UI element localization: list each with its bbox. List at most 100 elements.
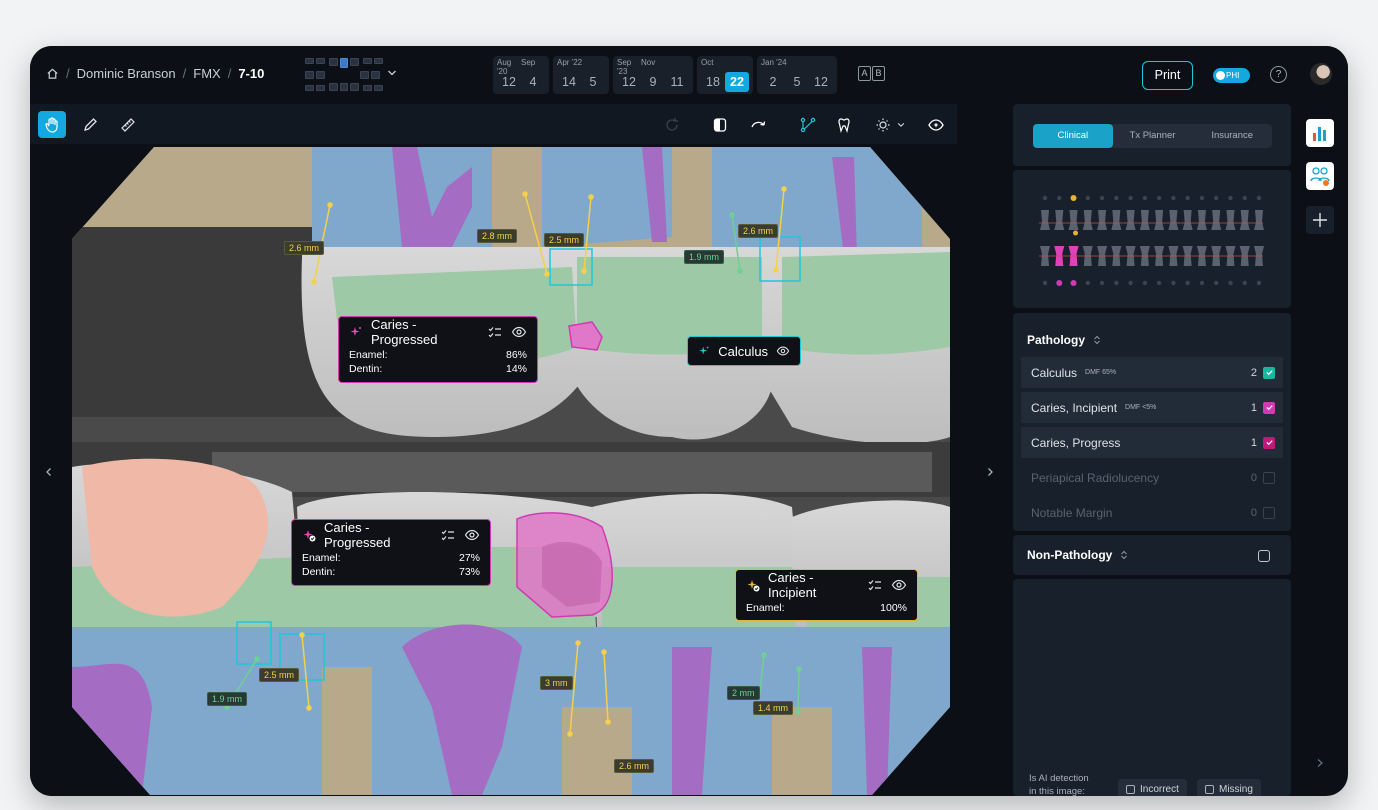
pathology-row[interactable]: Notable Margin 0 bbox=[1021, 497, 1283, 528]
add-plus-icon[interactable] bbox=[1306, 206, 1334, 234]
checkbox-icon bbox=[1126, 784, 1135, 794]
ai-sparkle-icon bbox=[699, 346, 709, 355]
ai-missing-button[interactable]: Missing bbox=[1197, 779, 1261, 796]
next-image-chevron-icon[interactable] bbox=[985, 464, 1001, 480]
timeline-group: Sep '23 Nov 12 9 11 bbox=[613, 56, 693, 94]
timeline-exam-date[interactable]: 18 bbox=[701, 72, 725, 92]
sort-chevrons-icon bbox=[1121, 550, 1128, 560]
eye-icon[interactable] bbox=[891, 577, 907, 593]
measurement-label[interactable]: 2.5 mm bbox=[544, 233, 585, 247]
measure-tool-icon[interactable] bbox=[794, 111, 822, 138]
phi-toggle[interactable]: PHI bbox=[1213, 68, 1250, 83]
exam-timeline[interactable]: Aug '20 Sep 12 4 Apr '22 14 5 Sep '23 Nov 12 9 11 Oc… bbox=[493, 56, 837, 94]
pathology-row[interactable]: Calculus DMF 65% 2 bbox=[1021, 357, 1283, 388]
eye-icon[interactable] bbox=[776, 343, 790, 359]
pathology-row[interactable]: Caries, Progress 1 bbox=[1021, 427, 1283, 458]
tooth-number-dot bbox=[1185, 280, 1190, 286]
patients-icon[interactable] bbox=[1306, 162, 1334, 190]
pathology-checkbox[interactable] bbox=[1263, 471, 1275, 484]
timeline-month: Sep bbox=[521, 58, 536, 67]
tooth-chart[interactable] bbox=[1013, 170, 1291, 308]
redo-icon[interactable] bbox=[658, 111, 686, 138]
timeline-exam-date[interactable]: 12 bbox=[809, 72, 833, 92]
pathology-count: 0 bbox=[1250, 471, 1257, 484]
prev-image-chevron-icon[interactable] bbox=[44, 464, 60, 480]
timeline-exam-date[interactable]: 12 bbox=[497, 72, 521, 92]
chevron-down-icon[interactable] bbox=[894, 111, 908, 138]
breadcrumb-series: 7-10 bbox=[238, 66, 265, 81]
check-icon bbox=[1265, 440, 1273, 446]
contrast-icon[interactable] bbox=[706, 111, 734, 138]
measurement-label[interactable]: 2 mm bbox=[727, 686, 760, 700]
visibility-eye-icon[interactable] bbox=[922, 111, 950, 138]
help-icon[interactable]: ? bbox=[1270, 66, 1287, 83]
checklist-icon[interactable] bbox=[867, 577, 883, 593]
upper-tooth bbox=[1139, 210, 1150, 230]
timeline-exam-date[interactable]: 2 bbox=[761, 72, 785, 92]
eye-icon[interactable] bbox=[464, 527, 480, 543]
pathology-row[interactable]: Caries, Incipient DMF <5% 1 bbox=[1021, 392, 1283, 423]
finding-card-caries-incipient[interactable]: Caries - Incipient Enamel: 100% bbox=[735, 569, 918, 621]
incipient-marker bbox=[1073, 230, 1079, 236]
checklist-icon[interactable] bbox=[440, 527, 456, 543]
timeline-exam-date[interactable]: 9 bbox=[641, 72, 665, 92]
measurement-label[interactable]: 2.6 mm bbox=[738, 224, 779, 238]
pathology-checkbox[interactable] bbox=[1263, 366, 1275, 379]
pathology-header[interactable]: Pathology bbox=[1027, 333, 1101, 347]
ai-feedback-card: Is AI detection in this image: Incorrect… bbox=[1013, 579, 1291, 796]
finding-card-caries-progressed[interactable]: Caries - Progressed Enamel: 27% Dentin: 73… bbox=[291, 519, 491, 586]
dmf-badge: DMF <5% bbox=[1125, 404, 1157, 411]
ruler-icon[interactable] bbox=[114, 111, 142, 138]
timeline-exam-date[interactable]: 4 bbox=[521, 72, 545, 92]
tab-clinical[interactable]: Clinical bbox=[1033, 124, 1113, 148]
rotate-icon[interactable] bbox=[744, 111, 772, 138]
eye-icon[interactable] bbox=[511, 324, 527, 340]
collapse-chevron-right-icon[interactable] bbox=[1316, 758, 1324, 768]
xray-viewer[interactable]: 2.6 mm 2.8 mm 2.5 mm 1.9 mm 2.6 mm 2.5 m… bbox=[30, 144, 1010, 796]
home-icon[interactable] bbox=[46, 67, 59, 80]
measurement-label[interactable]: 1.9 mm bbox=[684, 250, 725, 264]
timeline-exam-date[interactable]: 5 bbox=[785, 72, 809, 92]
measurement-label[interactable]: 2.8 mm bbox=[477, 229, 518, 243]
tooth-number-dot bbox=[1142, 195, 1148, 201]
finding-card-calculus[interactable]: Calculus bbox=[687, 336, 801, 366]
pencil-icon[interactable] bbox=[76, 111, 104, 138]
measurement-label[interactable]: 2.5 mm bbox=[259, 668, 300, 682]
finding-card-caries-progressed[interactable]: Caries - Progressed Enamel: 86% Dentin: 14… bbox=[338, 316, 538, 383]
compare-ab-icon[interactable]: A B bbox=[858, 66, 885, 81]
avatar[interactable] bbox=[1310, 63, 1332, 85]
pathology-checkbox[interactable] bbox=[1263, 506, 1275, 519]
timeline-exam-date[interactable]: 12 bbox=[617, 72, 641, 92]
tooth-icon[interactable] bbox=[831, 111, 859, 138]
pan-hand-icon[interactable] bbox=[38, 111, 66, 138]
measurement-label[interactable]: 1.9 mm bbox=[207, 692, 248, 706]
non-pathology-checkbox[interactable] bbox=[1258, 550, 1270, 562]
non-pathology-header[interactable]: Non-Pathology bbox=[1027, 548, 1128, 562]
tooth-number-dot bbox=[1042, 195, 1048, 201]
image-toolbar bbox=[30, 104, 957, 144]
pathology-count: 1 bbox=[1250, 401, 1257, 414]
timeline-exam-date[interactable]: 14 bbox=[557, 72, 581, 92]
checkbox-icon bbox=[1205, 784, 1214, 794]
breadcrumb-patient[interactable]: Dominic Branson bbox=[77, 66, 176, 81]
print-button[interactable]: Print bbox=[1142, 61, 1193, 90]
timeline-exam-date[interactable]: 5 bbox=[581, 72, 605, 92]
timeline-exam-date[interactable]: 11 bbox=[665, 72, 689, 92]
timeline-month: Apr '22 bbox=[557, 58, 583, 67]
breadcrumb-exam[interactable]: FMX bbox=[193, 66, 220, 81]
pathology-checkbox[interactable] bbox=[1263, 401, 1275, 414]
pathology-checkbox[interactable] bbox=[1263, 436, 1275, 449]
pathology-row[interactable]: Periapical Radiolucency 0 bbox=[1021, 462, 1283, 493]
measurement-label[interactable]: 1.4 mm bbox=[753, 701, 794, 715]
chevron-down-icon[interactable] bbox=[387, 68, 397, 78]
measurement-label[interactable]: 2.6 mm bbox=[614, 759, 655, 773]
ai-incorrect-button[interactable]: Incorrect bbox=[1118, 779, 1187, 796]
analytics-chart-icon[interactable] bbox=[1306, 119, 1334, 147]
measurement-label[interactable]: 2.6 mm bbox=[284, 241, 325, 255]
measurement-label[interactable]: 3 mm bbox=[540, 676, 573, 690]
timeline-exam-date[interactable]: 22 bbox=[725, 72, 749, 92]
timeline-month: Oct bbox=[701, 58, 714, 67]
checklist-icon[interactable] bbox=[487, 324, 503, 340]
tab-insurance[interactable]: Insurance bbox=[1192, 124, 1272, 148]
tab-tx-planner[interactable]: Tx Planner bbox=[1113, 124, 1193, 148]
